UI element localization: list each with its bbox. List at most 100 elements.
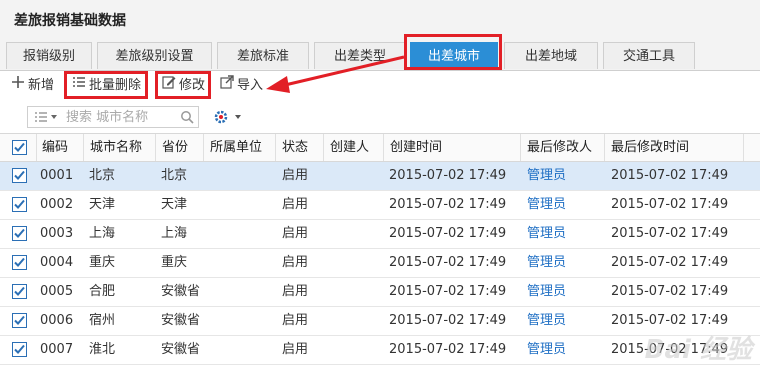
column-header-modifier[interactable]: 最后修改人 bbox=[521, 134, 605, 161]
search-input[interactable] bbox=[66, 108, 178, 126]
row-checkbox[interactable] bbox=[12, 342, 27, 357]
watermark-logo: Bai 经验 bbox=[644, 335, 752, 365]
cell-created-time: 2015-07-02 17:49 bbox=[389, 168, 507, 183]
cell-modified-time: 2015-07-02 17:49 bbox=[611, 168, 729, 183]
search-row bbox=[0, 103, 760, 131]
cell-creator bbox=[330, 249, 384, 277]
column-header-creator[interactable]: 创建人 bbox=[324, 134, 384, 161]
cell-city: 北京 bbox=[89, 168, 116, 183]
annotation-box-batch-delete bbox=[64, 71, 148, 99]
column-header-created-time[interactable]: 创建时间 bbox=[384, 134, 521, 161]
table-row[interactable]: 0002 天津 天津 启用 2015-07-02 17:49 管理员 2015-07-02 … bbox=[0, 191, 760, 220]
cell-code: 0005 bbox=[40, 284, 74, 299]
tab-bar: 报销级别 差旅级别设置 差旅标准 出差类型 出差城市 出差地域 交通工具 bbox=[0, 38, 760, 71]
cell-modifier[interactable]: 管理员 bbox=[527, 220, 605, 248]
cell-status: 启用 bbox=[282, 226, 309, 241]
cell-province: 安徽省 bbox=[161, 284, 201, 299]
row-checkbox[interactable] bbox=[12, 313, 27, 328]
column-header-code[interactable]: 编码 bbox=[36, 134, 84, 161]
table-row[interactable]: 0005 合肥 安徽省 启用 2015-07-02 17:49 管理员 2015-07-02… bbox=[0, 278, 760, 307]
cell-modified-time: 2015-07-02 17:49 bbox=[611, 255, 729, 270]
cell-code: 0007 bbox=[40, 342, 74, 357]
cell-province: 上海 bbox=[161, 226, 188, 241]
cell-creator bbox=[330, 191, 384, 219]
tab-transport[interactable]: 交通工具 bbox=[603, 42, 695, 69]
cell-created-time: 2015-07-02 17:49 bbox=[389, 255, 507, 270]
column-header-status[interactable]: 状态 bbox=[276, 134, 324, 161]
tab-travel-standard[interactable]: 差旅标准 bbox=[217, 42, 309, 69]
cell-creator bbox=[330, 278, 384, 306]
row-checkbox[interactable] bbox=[12, 197, 27, 212]
cell-creator bbox=[330, 220, 384, 248]
column-header-unit[interactable]: 所属单位 bbox=[204, 134, 276, 161]
cell-creator bbox=[330, 336, 384, 364]
page-title: 差旅报销基础数据 bbox=[14, 13, 126, 29]
row-checkbox[interactable] bbox=[12, 168, 27, 183]
table-row[interactable]: 0003 上海 上海 启用 2015-07-02 17:49 管理员 2015-07-02 … bbox=[0, 220, 760, 249]
row-checkbox[interactable] bbox=[12, 226, 27, 241]
table-row[interactable]: 0001 北京 北京 启用 2015-07-02 17:49 管理员 2015-07-02 … bbox=[0, 162, 760, 191]
import-button[interactable]: 导入 bbox=[220, 75, 263, 95]
cell-code: 0003 bbox=[40, 226, 74, 241]
cell-city: 上海 bbox=[89, 226, 116, 241]
annotation-box-active-tab bbox=[404, 34, 502, 70]
cell-created-time: 2015-07-02 17:49 bbox=[389, 226, 507, 241]
cell-code: 0004 bbox=[40, 255, 74, 270]
cell-modifier[interactable]: 管理员 bbox=[527, 278, 605, 306]
tab-reimbursement-level[interactable]: 报销级别 bbox=[6, 42, 92, 69]
toolbar: 新增 批量删除 修改 导入 bbox=[0, 71, 760, 99]
cell-modifier[interactable]: 管理员 bbox=[527, 249, 605, 277]
cell-modified-time: 2015-07-02 17:49 bbox=[611, 226, 729, 241]
cell-unit bbox=[209, 278, 276, 306]
cell-modified-time: 2015-07-02 17:49 bbox=[611, 284, 729, 299]
cell-code: 0002 bbox=[40, 197, 74, 212]
cell-city: 天津 bbox=[89, 197, 116, 212]
check-icon bbox=[14, 199, 25, 209]
check-icon bbox=[14, 228, 25, 238]
cell-modified-time: 2015-07-02 17:49 bbox=[611, 197, 729, 212]
cell-status: 启用 bbox=[282, 284, 309, 299]
cell-province: 安徽省 bbox=[161, 342, 201, 357]
cell-unit bbox=[209, 336, 276, 364]
row-checkbox[interactable] bbox=[12, 255, 27, 270]
cell-created-time: 2015-07-02 17:49 bbox=[389, 197, 507, 212]
cell-code: 0006 bbox=[40, 313, 74, 328]
cell-modifier[interactable]: 管理员 bbox=[527, 191, 605, 219]
cell-province: 重庆 bbox=[161, 255, 188, 270]
cell-city: 宿州 bbox=[89, 313, 116, 328]
tab-travel-level-settings[interactable]: 差旅级别设置 bbox=[97, 42, 212, 69]
column-header-province[interactable]: 省份 bbox=[156, 134, 204, 161]
tab-travel-region[interactable]: 出差地域 bbox=[504, 42, 598, 69]
cell-unit bbox=[209, 191, 276, 219]
cell-city: 淮北 bbox=[89, 342, 116, 357]
cell-status: 启用 bbox=[282, 255, 309, 270]
cell-creator bbox=[330, 307, 384, 335]
cell-province: 北京 bbox=[161, 168, 188, 183]
select-all-checkbox[interactable] bbox=[12, 140, 27, 155]
search-box bbox=[27, 106, 199, 128]
cell-status: 启用 bbox=[282, 197, 309, 212]
filter-dropdown-icon[interactable] bbox=[34, 110, 58, 128]
search-icon[interactable] bbox=[180, 110, 194, 128]
column-header-city[interactable]: 城市名称 bbox=[84, 134, 156, 161]
table-header: 编码 城市名称 省份 所属单位 状态 创建人 创建时间 最后修改人 最后修改时间 bbox=[0, 133, 760, 162]
tab-travel-type[interactable]: 出差类型 bbox=[314, 42, 406, 69]
plus-icon bbox=[11, 75, 25, 96]
cell-unit bbox=[209, 307, 276, 335]
cell-creator bbox=[330, 162, 384, 190]
cell-province: 安徽省 bbox=[161, 313, 201, 328]
row-checkbox[interactable] bbox=[12, 284, 27, 299]
check-icon bbox=[14, 315, 25, 325]
import-icon bbox=[220, 75, 234, 96]
cell-city: 重庆 bbox=[89, 255, 116, 270]
cell-modifier[interactable]: 管理员 bbox=[527, 162, 605, 190]
add-button[interactable]: 新增 bbox=[11, 75, 54, 95]
cell-status: 启用 bbox=[282, 168, 309, 183]
cell-province: 天津 bbox=[161, 197, 188, 212]
cell-modifier[interactable]: 管理员 bbox=[527, 307, 605, 335]
check-icon bbox=[14, 286, 25, 296]
table-row[interactable]: 0004 重庆 重庆 启用 2015-07-02 17:49 管理员 2015-07-02 … bbox=[0, 249, 760, 278]
cell-modifier[interactable]: 管理员 bbox=[527, 336, 605, 364]
column-header-modified-time[interactable]: 最后修改时间 bbox=[605, 134, 744, 161]
settings-gear-icon[interactable] bbox=[213, 108, 243, 130]
